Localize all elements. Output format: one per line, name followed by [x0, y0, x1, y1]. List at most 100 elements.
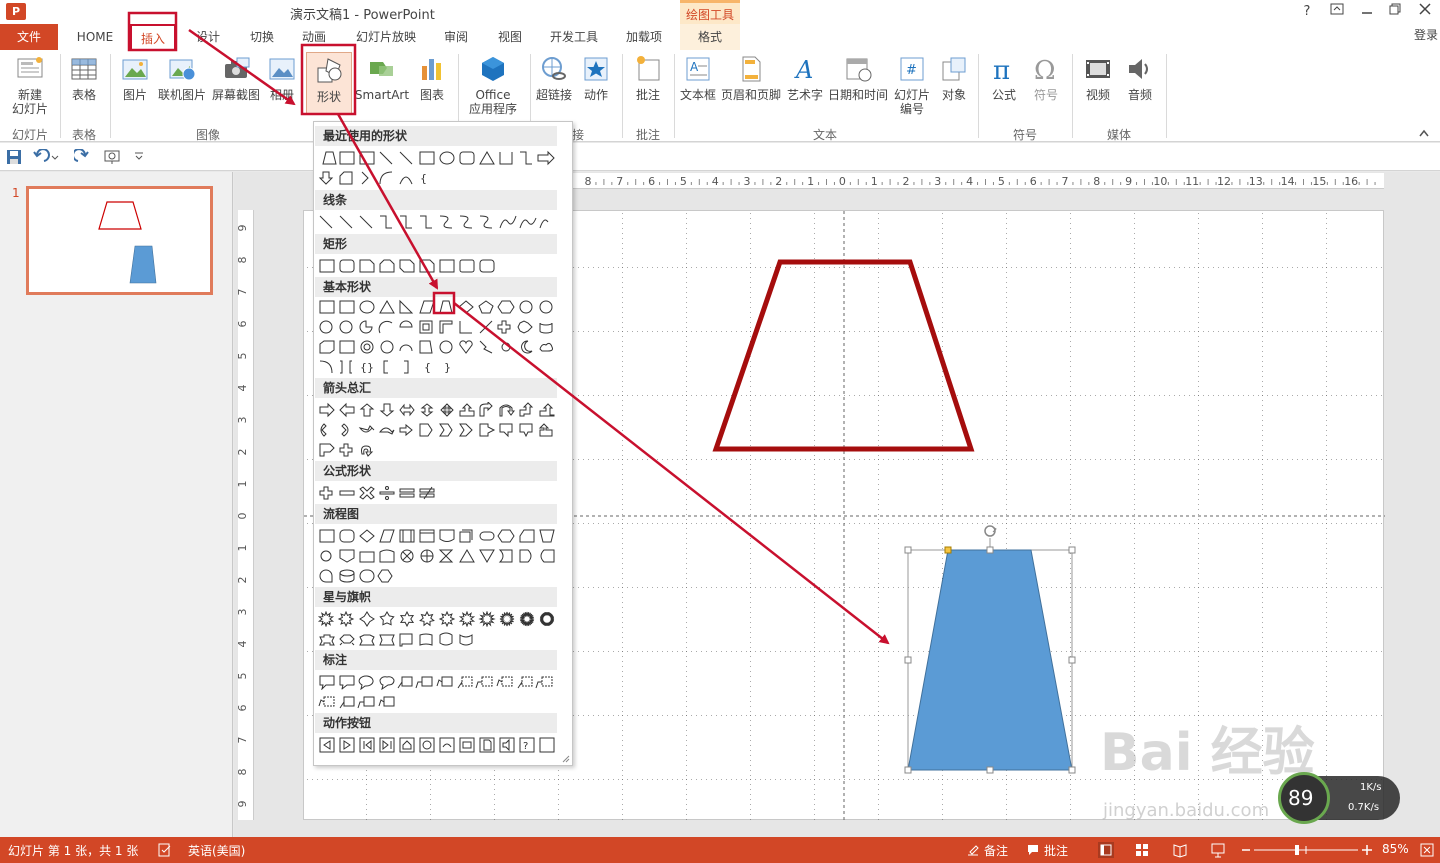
tab-slideshow[interactable]: 幻灯片放映: [346, 24, 426, 50]
resize-handle-top[interactable]: [986, 546, 994, 554]
tab-animations[interactable]: 动画: [292, 24, 336, 50]
collapse-ribbon-icon[interactable]: [1418, 128, 1430, 138]
date-time-button[interactable]: 日期和时间: [828, 54, 888, 102]
language-status[interactable]: 英语(美国): [188, 842, 245, 859]
undo-icon[interactable]: [32, 149, 60, 165]
tab-home[interactable]: HOME: [68, 24, 122, 50]
resize-handle-top-right[interactable]: [1068, 546, 1076, 554]
ruler-tick-label: 16: [1344, 175, 1358, 188]
textbox-button[interactable]: A 文本框: [678, 54, 718, 102]
basic-shapes-row-4[interactable]: {} {}: [316, 359, 560, 375]
wordart-label: 艺术字: [786, 88, 823, 102]
ruler-tick-label: 15: [1312, 175, 1326, 188]
basic-shapes-row-2[interactable]: [316, 319, 560, 335]
network-speed-widget[interactable]: 89 1K/s 0.7K/s: [1278, 772, 1400, 824]
fit-to-window-icon[interactable]: [1420, 843, 1434, 857]
tab-addins[interactable]: 加载项: [616, 24, 672, 50]
symbol-button[interactable]: Ω 符号: [1026, 54, 1066, 102]
arrow-shapes-row-1[interactable]: [316, 402, 560, 418]
audio-button[interactable]: 音频: [1120, 54, 1160, 102]
dropdown-resize-grip[interactable]: [562, 755, 570, 763]
reading-view-icon[interactable]: [1172, 842, 1188, 858]
slide-number-button[interactable]: # 幻灯片 编号: [890, 54, 934, 116]
recent-shapes-row-2[interactable]: {: [316, 170, 560, 186]
office-apps-button[interactable]: Office 应用程序: [462, 54, 524, 116]
flowchart-shapes-row-2[interactable]: [316, 548, 560, 564]
basic-shapes-row-3[interactable]: [316, 339, 560, 355]
resize-handle-left[interactable]: [904, 656, 912, 664]
smartart-button[interactable]: SmartArt: [354, 54, 410, 102]
flowchart-shapes-row-1[interactable]: [316, 528, 560, 544]
comments-button[interactable]: 批注: [1044, 842, 1068, 859]
tab-transitions[interactable]: 切换: [240, 24, 284, 50]
callout-shapes-row-2[interactable]: [316, 694, 560, 710]
video-button[interactable]: 视频: [1078, 54, 1118, 102]
banner-shapes-row[interactable]: [316, 631, 560, 647]
slideshow-from-start-icon[interactable]: [104, 149, 122, 165]
slide-count-status: 幻灯片 第 1 张，共 1 张: [8, 844, 139, 858]
restore-button[interactable]: [1384, 2, 1406, 22]
table-button[interactable]: 表格: [64, 54, 104, 102]
equation-button[interactable]: π 公式: [984, 54, 1024, 102]
flowchart-shapes-row-3[interactable]: [316, 568, 560, 584]
rectangle-shapes-row[interactable]: [316, 258, 560, 274]
tab-developer[interactable]: 开发工具: [542, 24, 606, 50]
slideshow-view-icon[interactable]: [1210, 842, 1226, 858]
tab-file[interactable]: 文件: [0, 24, 58, 50]
zoom-level[interactable]: 85%: [1382, 842, 1409, 856]
resize-handle-bottom[interactable]: [986, 766, 994, 774]
picture-button[interactable]: 图片: [116, 54, 154, 102]
recent-shapes-row-1[interactable]: [316, 150, 560, 166]
notes-button[interactable]: 备注: [984, 842, 1008, 859]
shapes-button[interactable]: 形状: [306, 52, 352, 114]
callout-shapes-row-1[interactable]: [316, 674, 560, 690]
action-button-shapes-row[interactable]: ?: [316, 737, 560, 753]
new-slide-button[interactable]: 新建 幻灯片: [4, 54, 56, 116]
stars-shapes-row-1[interactable]: [316, 611, 560, 627]
ribbon-display-options-button[interactable]: [1326, 2, 1348, 22]
quick-access-toolbar: [0, 143, 1440, 171]
slide-sorter-icon[interactable]: [1134, 842, 1150, 858]
ruler-tick-label: 7: [238, 289, 249, 296]
powerpoint-app-icon[interactable]: P: [6, 3, 26, 20]
tab-design[interactable]: 设计: [186, 24, 230, 50]
photo-album-button[interactable]: 相册: [264, 54, 300, 102]
resize-handle-bottom-left[interactable]: [904, 766, 912, 774]
tab-view[interactable]: 视图: [488, 24, 532, 50]
online-picture-button[interactable]: 联机图片: [156, 54, 208, 102]
comment-button[interactable]: 批注: [626, 54, 670, 102]
tab-format[interactable]: 格式: [680, 24, 740, 50]
close-button[interactable]: [1414, 2, 1436, 22]
tab-insert[interactable]: 插入: [130, 24, 176, 50]
resize-handle-bottom-right[interactable]: [1068, 766, 1076, 774]
minimize-button[interactable]: [1356, 2, 1378, 22]
resize-handle-right[interactable]: [1068, 656, 1076, 664]
slide-thumbnail-1[interactable]: [26, 186, 213, 295]
hyperlink-button[interactable]: 超链接: [534, 54, 574, 102]
screenshot-button[interactable]: 屏幕截图: [210, 54, 262, 102]
zoom-slider[interactable]: [1240, 844, 1376, 856]
chart-button[interactable]: 图表: [412, 54, 452, 102]
tab-review[interactable]: 审阅: [434, 24, 478, 50]
group-separator: [60, 54, 61, 138]
arrow-shapes-row-3[interactable]: [316, 442, 560, 458]
header-footer-button[interactable]: 页眉和页脚: [720, 54, 782, 102]
arrow-shapes-row-2[interactable]: [316, 422, 560, 438]
spellcheck-icon[interactable]: [158, 843, 172, 857]
customize-qat-icon[interactable]: [134, 151, 144, 161]
save-icon[interactable]: [6, 149, 22, 165]
normal-view-icon[interactable]: [1098, 842, 1114, 858]
ruler-tick-label: 6: [1030, 175, 1037, 188]
resize-handle-top-left[interactable]: [904, 546, 912, 554]
help-button[interactable]: ?: [1296, 2, 1318, 22]
object-label: 对象: [941, 88, 966, 102]
wordart-button[interactable]: A 艺术字: [784, 54, 826, 102]
basic-shapes-row-1[interactable]: [316, 299, 560, 315]
equation-shapes-row[interactable]: [316, 485, 560, 501]
object-button[interactable]: 对象: [936, 54, 972, 102]
action-button[interactable]: 动作: [578, 54, 614, 102]
redo-icon[interactable]: [74, 149, 90, 165]
adjustment-handle[interactable]: [944, 546, 952, 554]
login-link[interactable]: 登录: [1414, 26, 1438, 43]
line-shapes-row[interactable]: [316, 214, 560, 230]
